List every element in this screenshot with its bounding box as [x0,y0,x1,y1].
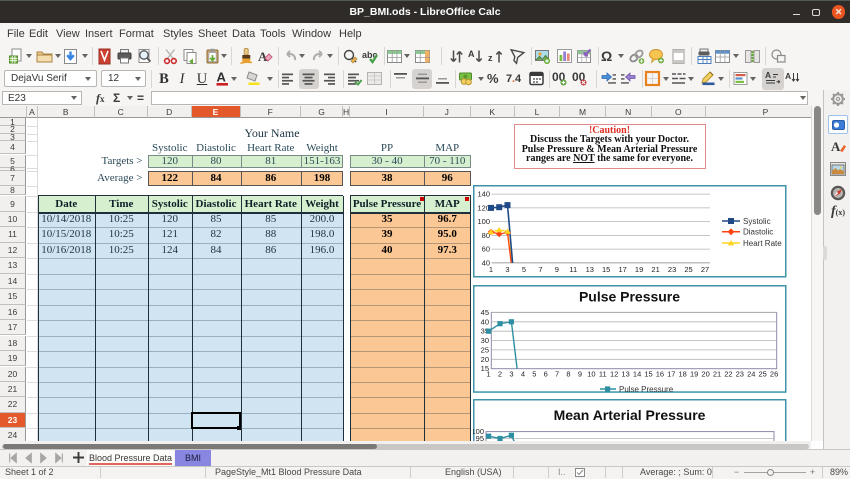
svg-text:21: 21 [651,264,659,273]
svg-text:Diastolic: Diastolic [743,227,773,236]
svg-text:20: 20 [481,354,489,363]
svg-text:15: 15 [644,369,652,378]
svg-text:9: 9 [555,264,559,273]
svg-text:30: 30 [481,336,489,345]
svg-text:23: 23 [736,369,744,378]
svg-text:22: 22 [724,369,732,378]
svg-text:25: 25 [481,345,489,354]
svg-text:19: 19 [690,369,698,378]
svg-text:11: 11 [599,369,607,378]
svg-text:100: 100 [477,217,490,226]
svg-text:140: 140 [477,189,490,198]
svg-text:26: 26 [770,369,778,378]
svg-text:8: 8 [566,369,570,378]
svg-text:A: A [785,71,791,81]
svg-text:1: 1 [487,369,491,378]
svg-text:Pulse Pressure: Pulse Pressure [579,288,680,304]
svg-text:21: 21 [713,369,721,378]
svg-text:10: 10 [587,369,595,378]
svg-text:%: % [487,71,499,86]
svg-text:13: 13 [621,369,629,378]
svg-text:23: 23 [668,264,676,273]
svg-text:2: 2 [498,369,502,378]
svg-text:Mean Arterial Pressure: Mean Arterial Pressure [554,407,706,423]
svg-text:9: 9 [578,369,582,378]
svg-text:17: 17 [667,369,675,378]
svg-text:11: 11 [569,264,577,273]
svg-text:4: 4 [515,73,522,85]
svg-text:Ω: Ω [601,48,612,64]
svg-text:45: 45 [481,307,489,316]
svg-text:7: 7 [555,369,559,378]
svg-text:A: A [468,49,475,59]
svg-text:12: 12 [610,369,618,378]
svg-text:15: 15 [602,264,610,273]
svg-text:4: 4 [521,369,525,378]
svg-text:6: 6 [544,369,548,378]
svg-text:13: 13 [586,264,594,273]
svg-text:17: 17 [619,264,627,273]
svg-text:14: 14 [633,369,641,378]
svg-text:20: 20 [701,369,709,378]
svg-text:Pulse Pressure: Pulse Pressure [619,385,674,394]
svg-text:Systolic: Systolic [743,216,771,225]
svg-text:Heart Rate: Heart Rate [743,238,782,247]
svg-text:24: 24 [747,369,755,378]
svg-text:z: z [488,53,493,63]
svg-text:1: 1 [489,264,493,273]
svg-text:27: 27 [701,264,709,273]
svg-text:3: 3 [509,369,513,378]
svg-text:25: 25 [684,264,692,273]
svg-text:18: 18 [679,369,687,378]
svg-text:5: 5 [532,369,536,378]
svg-text:5: 5 [522,264,526,273]
svg-text:A: A [765,70,771,80]
svg-text:19: 19 [635,264,643,273]
svg-text:A: A [217,70,227,85]
svg-text:40: 40 [481,317,489,326]
svg-text:3: 3 [505,264,509,273]
svg-text:60: 60 [482,244,490,253]
svg-text:25: 25 [759,369,767,378]
svg-text:95: 95 [476,434,484,441]
svg-text:7: 7 [538,264,542,273]
svg-text:16: 16 [656,369,664,378]
